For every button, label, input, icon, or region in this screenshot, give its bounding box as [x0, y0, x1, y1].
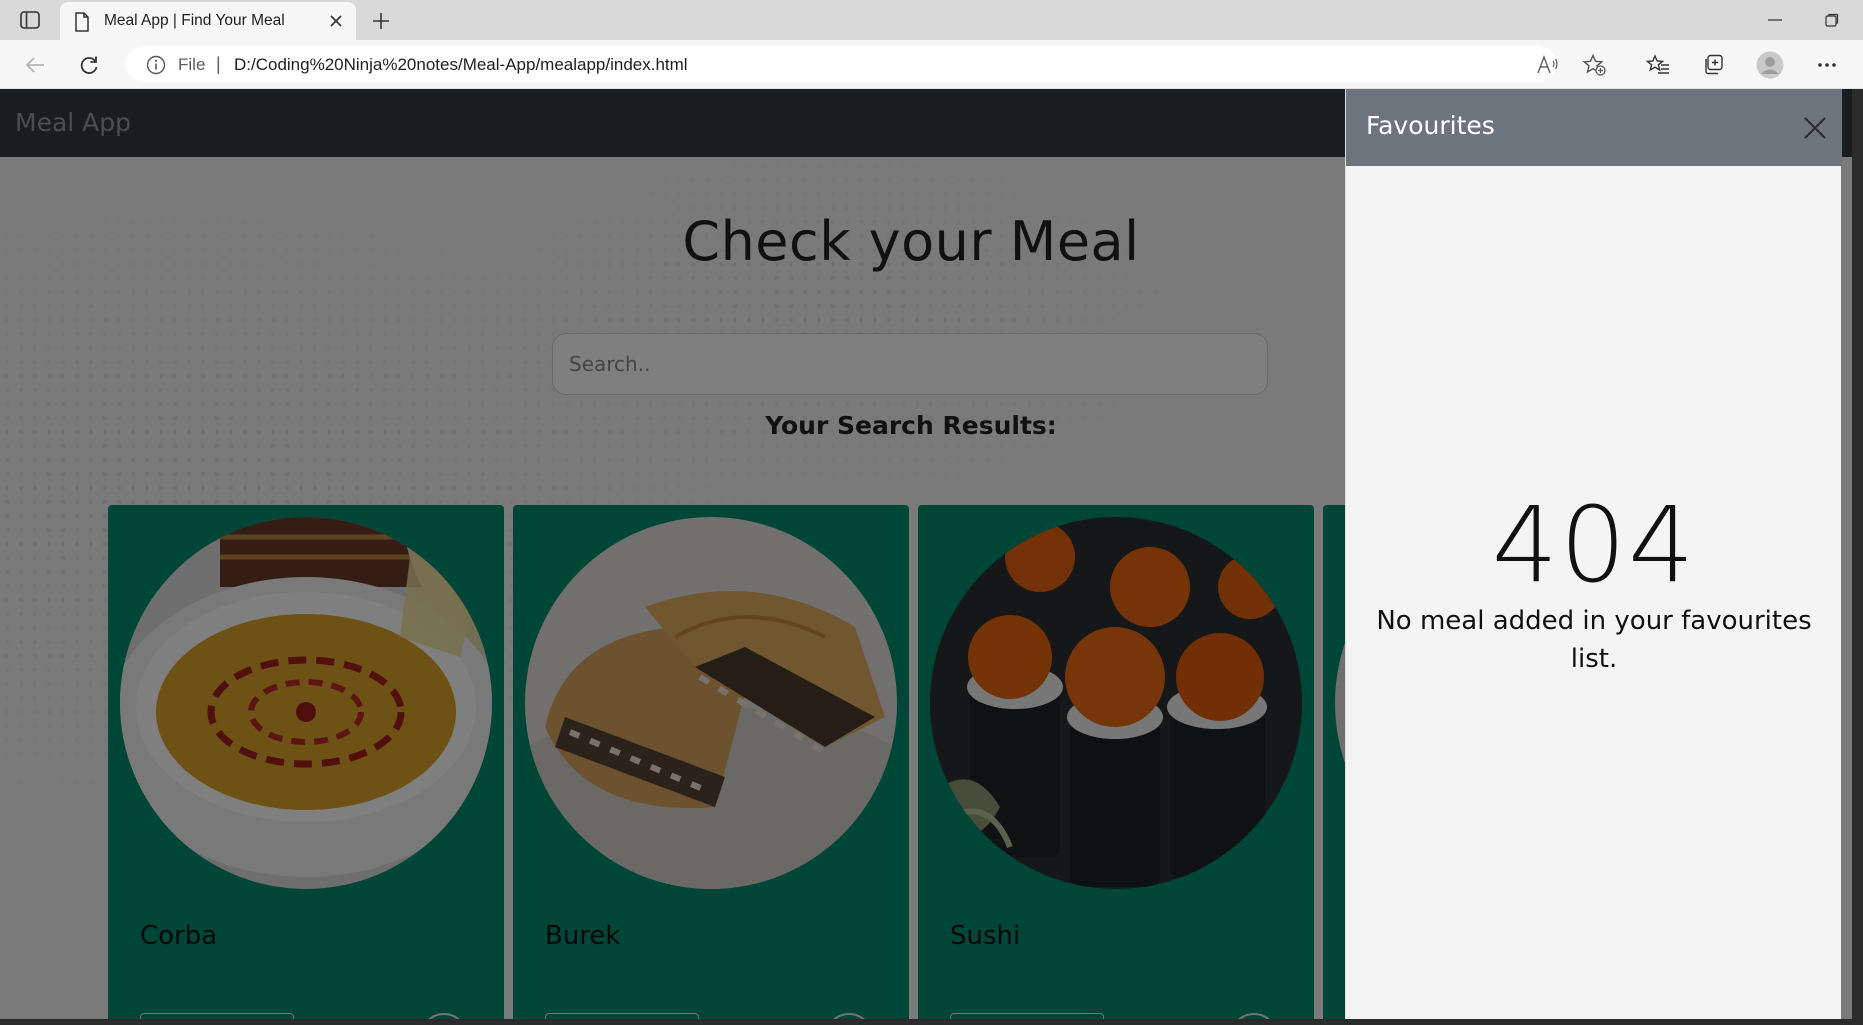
address-separator: |: [216, 54, 221, 74]
tab-actions-icon[interactable]: [14, 8, 46, 32]
browser-tab-active[interactable]: Meal App | Find Your Meal: [60, 2, 356, 40]
address-scheme: File: [178, 55, 206, 74]
more-icon[interactable]: [1812, 50, 1842, 80]
page-icon: [74, 12, 90, 36]
window-bottom-edge: [0, 1019, 1863, 1025]
browser-tab-bar: Meal App | Find Your Meal: [0, 0, 1863, 40]
plus-icon[interactable]: [368, 8, 394, 34]
star-plus-icon[interactable]: [1582, 53, 1606, 77]
close-icon[interactable]: [326, 11, 346, 31]
minimize-icon[interactable]: [1760, 8, 1790, 32]
restore-icon[interactable]: [1817, 8, 1847, 32]
back-arrow-icon[interactable]: [20, 50, 50, 80]
error-code: 404: [1491, 484, 1697, 606]
tab-title: Meal App | Find Your Meal: [104, 12, 285, 29]
window-edge: [1852, 89, 1863, 1019]
read-aloud-icon[interactable]: [1536, 53, 1560, 77]
page-viewport: Meal App Check your Meal Your Search Res…: [0, 89, 1852, 1019]
empty-favourites-message: No meal added in your favourites list.: [1376, 606, 1812, 674]
address-field[interactable]: File | D:/Coding%20Ninja%20notes/Meal-Ap…: [126, 46, 1606, 82]
reload-icon[interactable]: [74, 50, 104, 80]
favourites-title: Favourites: [1366, 111, 1495, 140]
info-icon[interactable]: [146, 55, 166, 79]
favourites-header: Favourites: [1346, 89, 1842, 166]
favorites-icon[interactable]: [1643, 50, 1673, 80]
favourites-panel: Favourites 404 No meal added in your fav…: [1345, 89, 1842, 1019]
close-icon[interactable]: [1802, 115, 1828, 141]
url-text[interactable]: D:/Coding%20Ninja%20notes/Meal-App/meala…: [234, 55, 688, 75]
collections-icon[interactable]: [1698, 50, 1728, 80]
browser-address-bar: File | D:/Coding%20Ninja%20notes/Meal-Ap…: [0, 40, 1863, 89]
profile-icon[interactable]: [1755, 50, 1785, 80]
